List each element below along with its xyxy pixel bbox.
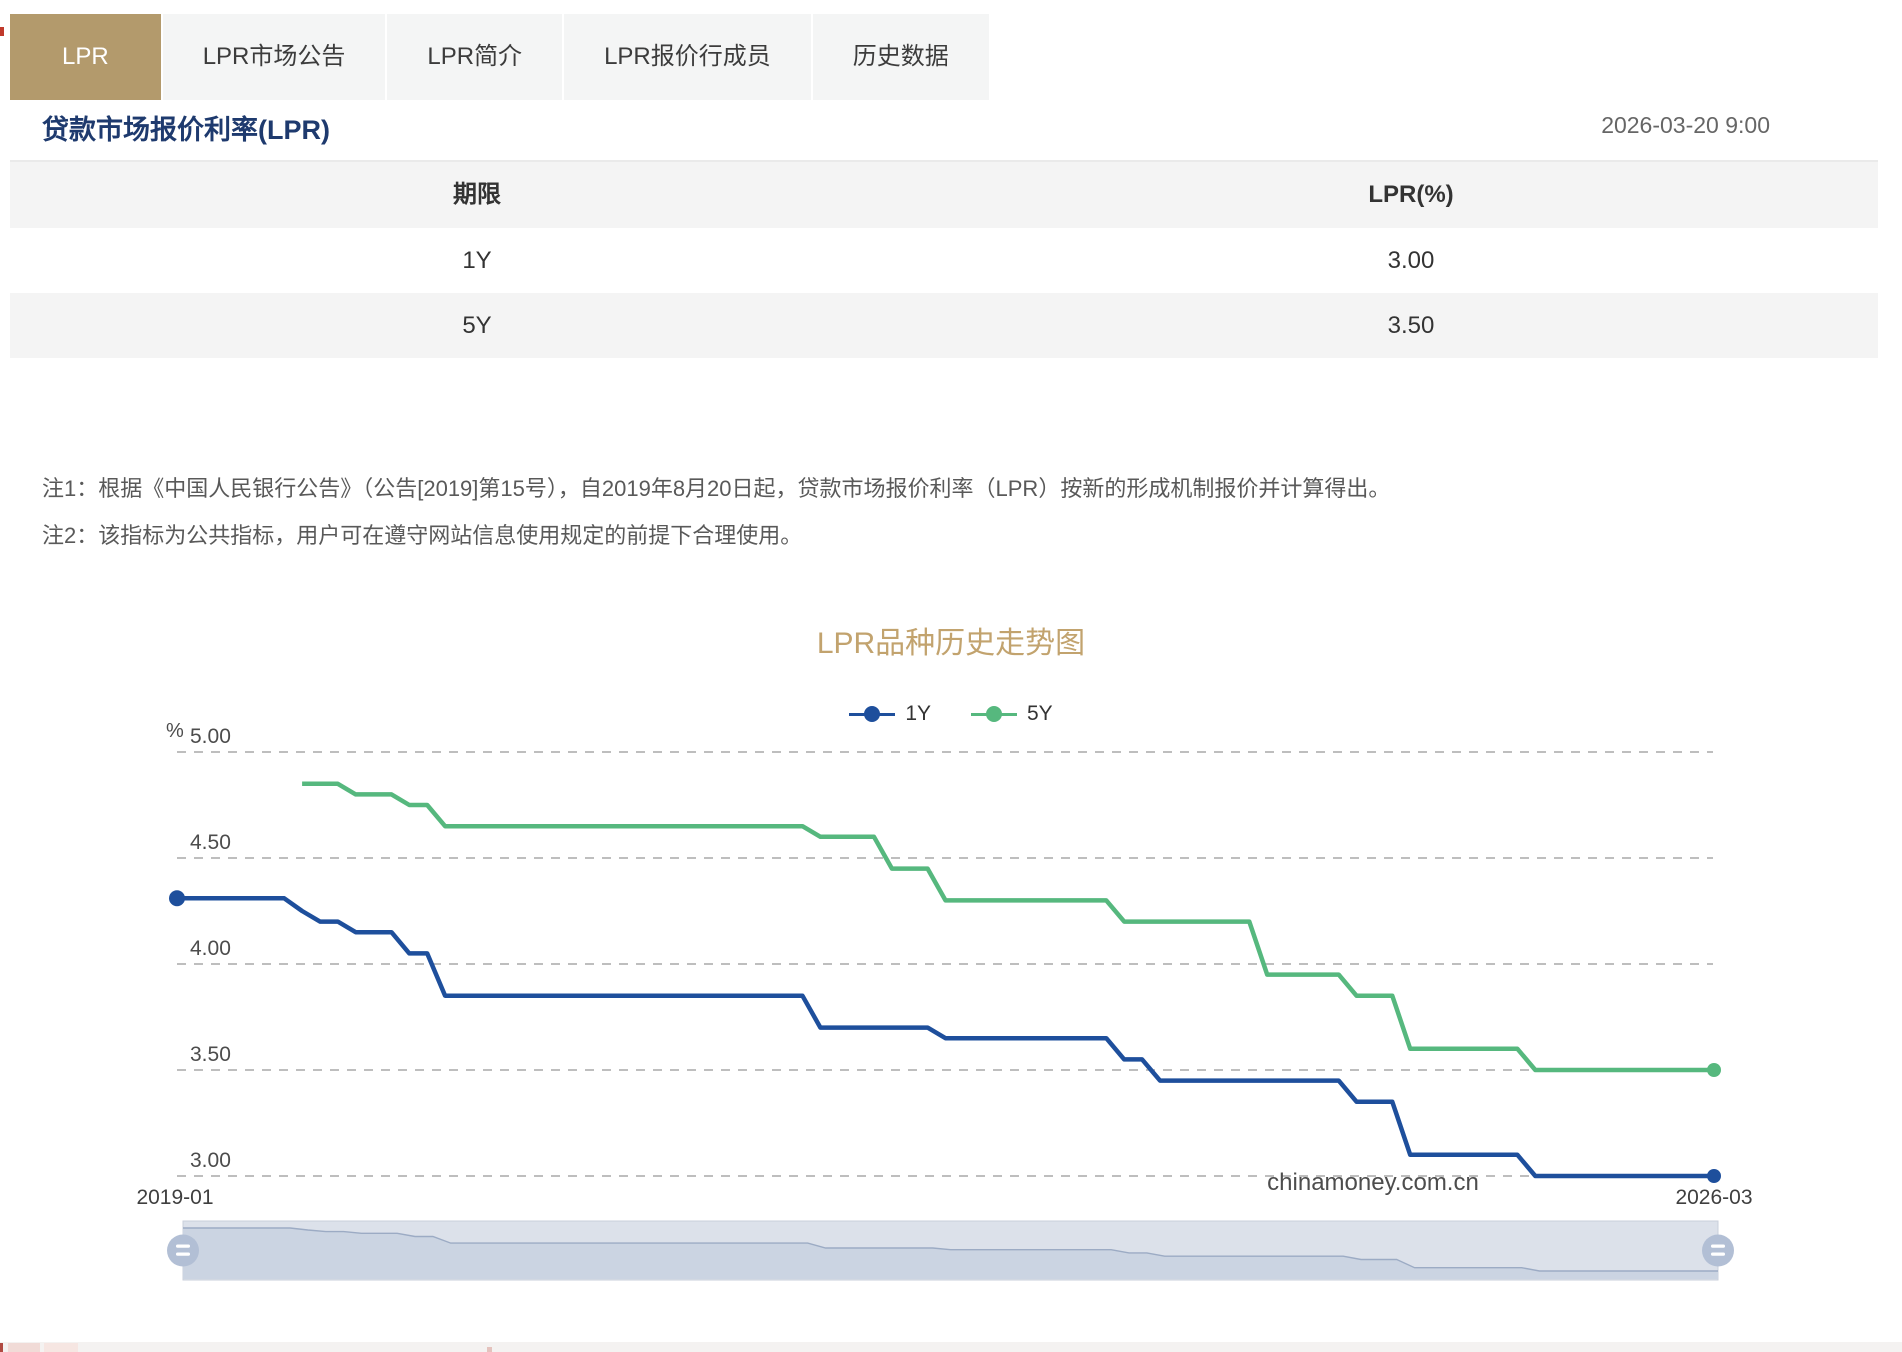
- y-tick-label: 3.00: [190, 1149, 231, 1172]
- y-tick-label: 3.50: [190, 1043, 231, 1066]
- bottom-red-speck: [487, 1347, 492, 1352]
- y-axis-unit-label: %: [166, 720, 184, 742]
- series-line-5y: [302, 784, 1714, 1070]
- y-tick-label: 5.00: [190, 725, 231, 748]
- series-line-1y: [177, 898, 1714, 1176]
- y-tick-label: 4.50: [190, 831, 231, 854]
- bottom-strip: [0, 1342, 1902, 1352]
- slider-handle-right-grip-icon: [1711, 1245, 1725, 1248]
- series-start-dot-1y: [169, 890, 185, 906]
- slider-handle-right-grip-icon: [1711, 1253, 1725, 1256]
- lpr-trend-chart: 5.00 4.50 4.00 3.50 3.00% chinamoney.com.cn 20…: [0, 0, 1902, 1352]
- slider-handle-right[interactable]: [1702, 1235, 1734, 1267]
- series-end-dot-1y: [1707, 1169, 1721, 1183]
- y-tick-label: 4.00: [190, 937, 231, 960]
- slider-handle-left-grip-icon: [176, 1245, 190, 1248]
- watermark-text: chinamoney.com.cn: [1267, 1169, 1479, 1196]
- bottom-pink-smudge: [8, 1343, 40, 1352]
- bottom-pink-smudge: [44, 1343, 78, 1352]
- bottom-red-speck: [0, 1343, 3, 1352]
- slider-handle-left-grip-icon: [176, 1253, 190, 1256]
- x-axis-label-end: 2026-03: [1675, 1186, 1752, 1209]
- lpr-page: LPR LPR市场公告 LPR简介 LPR报价行成员 历史数据 贷款市场报价利率…: [0, 0, 1902, 1352]
- series-end-dot-5y: [1707, 1063, 1721, 1077]
- x-axis-label-start: 2019-01: [136, 1186, 213, 1209]
- slider-handle-left[interactable]: [167, 1235, 199, 1267]
